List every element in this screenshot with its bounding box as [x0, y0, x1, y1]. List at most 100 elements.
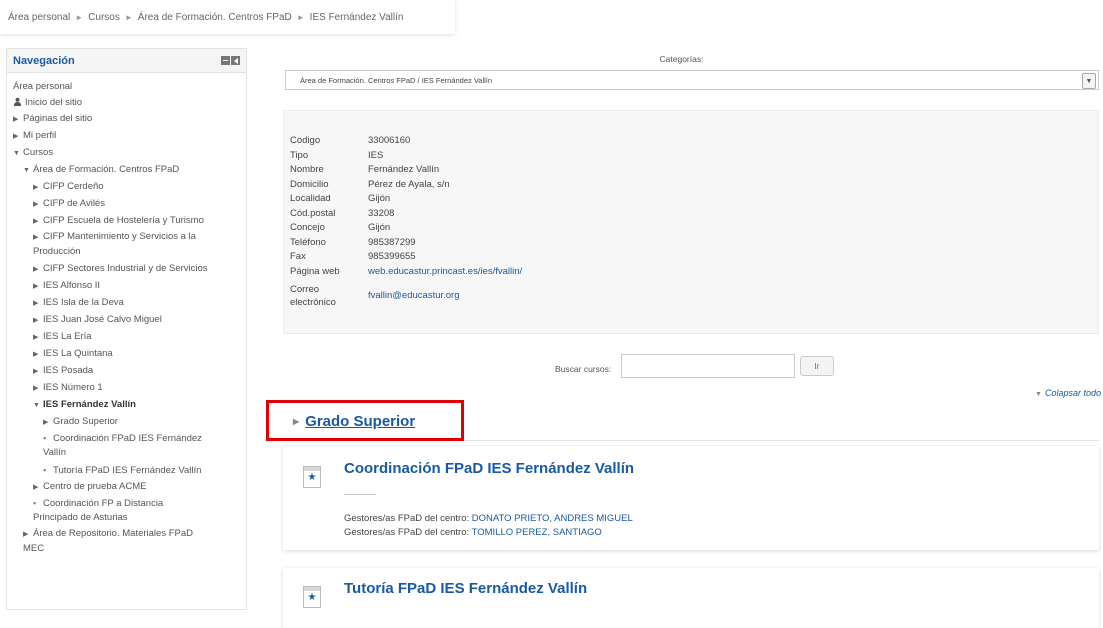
- course-title[interactable]: Tutoría FPaD IES Fernández Vallín: [344, 580, 587, 597]
- breadcrumb-item-cursos[interactable]: Cursos: [88, 12, 120, 23]
- search-go-button[interactable]: Ir: [800, 356, 834, 376]
- search-courses-input[interactable]: [621, 354, 795, 378]
- course-title[interactable]: Coordinación FPaD IES Fernández Vallín: [344, 460, 634, 477]
- nav-item-centro[interactable]: ▶ CIFP de Avilés: [13, 196, 246, 213]
- navigation-block: Navegación Área personal Inicio del siti…: [6, 48, 247, 610]
- info-value: Fernández Vallín: [368, 164, 440, 175]
- info-value: IES: [368, 149, 384, 161]
- nav-item-repositorio[interactable]: ▶ Área de Repositorio. Materiales FPaD ME…: [13, 527, 213, 556]
- course-card: ★ Tutoría FPaD IES Fernández Vallín: [283, 568, 1099, 628]
- nav-item-label: Área de Repositorio. Materiales FPaD MEC: [23, 528, 193, 554]
- nav-item-area-formacion[interactable]: ▼ Área de Formación. Centros FPaD: [13, 162, 246, 179]
- nav-item-label: Cursos: [23, 147, 54, 158]
- expand-icon: ▶: [33, 317, 39, 324]
- nav-item-label: IES Fernández Vallín: [43, 399, 136, 410]
- teacher-role: Gestores/as FPaD del centro:: [344, 527, 470, 538]
- info-value: 985399655: [368, 251, 416, 262]
- expand-icon: ▶: [33, 368, 39, 375]
- nav-item-centro[interactable]: ▶ IES Isla de la Deva: [13, 295, 246, 312]
- expand-icon: ▶: [23, 531, 29, 538]
- nav-item-centro[interactable]: ▶ IES La Quintana: [13, 346, 246, 363]
- info-row-email: Correo electrónico fvallin@educastur.org: [290, 280, 522, 309]
- info-value: Pérez de Ayala, s/n: [368, 178, 450, 190]
- teacher-link[interactable]: DONATO PRIETO, ANDRES MIGUEL: [472, 513, 633, 524]
- info-key-line: electrónico: [290, 297, 336, 308]
- website-link[interactable]: web.educastur.princast.es/ies/fvallin/: [368, 266, 522, 277]
- nav-item-label: IES La Quintana: [43, 348, 113, 359]
- info-row: Domicilio Pérez de Ayala, s/n: [290, 179, 522, 194]
- expand-icon: ▶: [33, 334, 39, 341]
- info-row: Fax 985399655: [290, 251, 522, 266]
- info-key: Concejo: [290, 222, 325, 233]
- nav-item-label: IES La Ería: [43, 331, 92, 342]
- email-link[interactable]: fvallin@educastur.org: [368, 290, 460, 301]
- breadcrumb-item-area-personal[interactable]: Área personal: [8, 12, 70, 23]
- nav-item-label: Área de Formación. Centros FPaD: [33, 164, 180, 175]
- nav-item-current-centro[interactable]: ▼ IES Fernández Vallín: [13, 397, 246, 414]
- nav-item-centro[interactable]: ▶ CIFP Sectores Industrial y de Servicios: [13, 261, 246, 278]
- collapse-all-link[interactable]: ▼ Colapsar todo: [1035, 388, 1101, 398]
- dock-left-icon[interactable]: [231, 56, 240, 65]
- course-summary-divider: [344, 494, 376, 495]
- centro-info-box: Codigo 33006160 Tipo IES Nombre Fernández Val…: [283, 110, 1099, 334]
- expand-icon: ▶: [13, 133, 19, 140]
- bullet-icon: ▪: [33, 498, 37, 508]
- chevron-down-icon[interactable]: ▼: [1082, 73, 1096, 89]
- nav-item-centro[interactable]: ▶ CIFP Mantenimiento y Servicios a la Pro…: [13, 230, 233, 259]
- nav-item-label: Área personal: [13, 81, 73, 92]
- nav-item-cursos[interactable]: ▼ Cursos: [13, 145, 246, 162]
- user-icon: [13, 97, 22, 106]
- nav-item-inicio[interactable]: Inicio del sitio: [13, 95, 246, 111]
- breadcrumb-item-area-formacion[interactable]: Área de Formación. Centros FPaD: [138, 12, 292, 23]
- expand-icon: ▶: [43, 419, 49, 426]
- nav-item-course[interactable]: ▪ Coordinación FP a Distancia Principado …: [13, 496, 203, 525]
- nav-item-label: Inicio del sitio: [25, 97, 83, 108]
- nav-item-mi-perfil[interactable]: ▶ Mi perfil: [13, 128, 246, 145]
- nav-item-paginas[interactable]: ▶ Páginas del sitio: [13, 111, 246, 128]
- nav-item-label: IES Juan José Calvo Miguel: [43, 314, 162, 325]
- nav-item-centro[interactable]: ▶ Centro de prueba ACME: [13, 479, 246, 496]
- info-key: Página web: [290, 265, 340, 277]
- nav-item-centro[interactable]: ▶ IES La Ería: [13, 329, 246, 346]
- nav-item-centro[interactable]: ▶ IES Alfonso II: [13, 278, 246, 295]
- expand-icon: ▶: [33, 283, 39, 290]
- nav-item-label: CIFP Cerdeño: [43, 181, 104, 192]
- nav-item-label: Coordinación FP a Distancia Principado d…: [33, 498, 164, 523]
- centro-info-table: Codigo 33006160 Tipo IES Nombre Fernández Val…: [290, 135, 522, 309]
- minimize-icon[interactable]: [221, 56, 230, 65]
- nav-item-course[interactable]: ▪ Tutoría FPaD IES Fernández Vallín: [13, 462, 246, 479]
- nav-item-course[interactable]: ▪ Coordinación FPaD IES Fernández Vallín: [13, 431, 223, 460]
- nav-item-centro[interactable]: ▶ CIFP Escuela de Hostelería y Turismo: [13, 213, 246, 230]
- categories-selected-value: Área de Formación. Centros FPaD / IES Fe…: [300, 75, 493, 85]
- collapse-icon: ▼: [33, 402, 40, 409]
- nav-item-area-personal[interactable]: Área personal: [13, 79, 246, 95]
- teacher-link[interactable]: TOMILLO PEREZ, SANTIAGO: [472, 527, 602, 538]
- info-key-line: Correo: [290, 284, 320, 295]
- nav-item-centro[interactable]: ▶ IES Número 1: [13, 380, 246, 397]
- nav-item-centro[interactable]: ▶ CIFP Cerdeño: [13, 179, 246, 196]
- info-key: Correo electrónico: [290, 280, 368, 309]
- expand-icon: ▶: [33, 266, 39, 273]
- categories-select[interactable]: Área de Formación. Centros FPaD / IES Fe…: [285, 70, 1099, 90]
- nav-item-centro[interactable]: ▶ IES Juan José Calvo Miguel: [13, 312, 246, 329]
- nav-item-label: Mi perfil: [23, 130, 57, 141]
- info-value: 33208: [368, 207, 395, 219]
- info-row: Nombre Fernández Vallín: [290, 164, 522, 179]
- breadcrumb-separator: ►: [124, 12, 133, 22]
- search-label: Buscar cursos:: [555, 364, 612, 374]
- highlight-box: [266, 400, 464, 441]
- info-row: Cód.postal 33208: [290, 208, 522, 223]
- navigation-controls: [221, 56, 240, 65]
- info-row: Localidad Gijón: [290, 193, 522, 208]
- categories-label: Categorías:: [659, 54, 704, 64]
- nav-item-centro[interactable]: ▶ IES Posada: [13, 363, 246, 380]
- teacher-line: Gestores/as FPaD del centro: TOMILLO PER…: [344, 526, 633, 540]
- expand-icon: ▶: [13, 116, 19, 123]
- nav-item-label: Coordinación FPaD IES Fernández Vallín: [43, 433, 202, 458]
- search-courses-row: Buscar cursos: Ir: [260, 350, 1103, 380]
- collapse-icon: ▼: [13, 150, 20, 157]
- info-row: Teléfono 985387299: [290, 237, 522, 252]
- expand-icon: ▶: [33, 484, 39, 491]
- nav-item-grado-superior[interactable]: ▶ Grado Superior: [13, 414, 246, 431]
- info-value: 33006160: [368, 135, 411, 146]
